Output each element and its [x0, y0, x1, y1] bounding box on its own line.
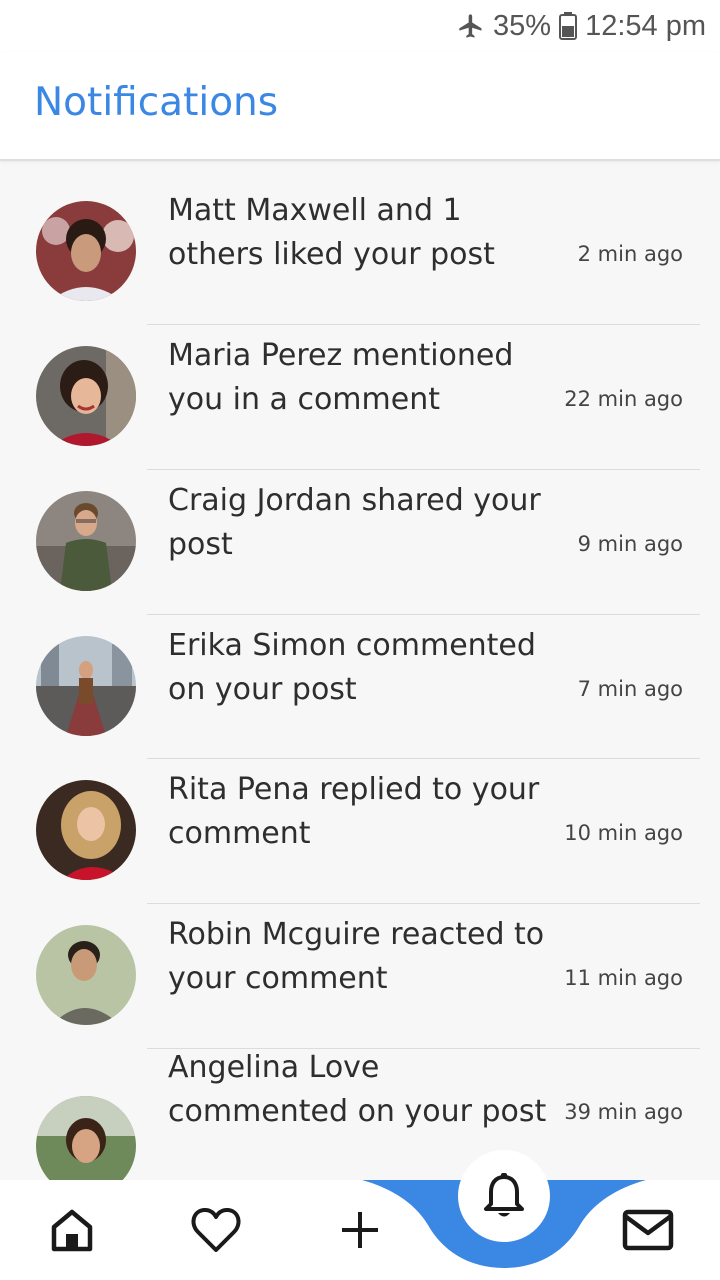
- notification-text: Craig Jordan shared your post: [168, 483, 541, 562]
- notification-item[interactable]: Rita Pena replied to your comment 10 min…: [0, 758, 720, 903]
- avatar[interactable]: [36, 925, 136, 1025]
- notification-item[interactable]: Maria Perez mentioned you in a comment 2…: [0, 324, 720, 469]
- notification-item[interactable]: Erika Simon commented on your post 7 min…: [0, 614, 720, 759]
- notification-time: 9 min ago: [577, 532, 683, 556]
- notification-text: Erika Simon commented on your post: [168, 628, 536, 707]
- avatar[interactable]: [36, 346, 136, 446]
- mail-icon[interactable]: [620, 1202, 676, 1258]
- airplane-icon: [457, 12, 485, 40]
- avatar[interactable]: [36, 201, 136, 301]
- notification-time: 7 min ago: [577, 677, 683, 701]
- notification-time: 22 min ago: [564, 387, 683, 411]
- app-header: Notifications: [0, 52, 720, 161]
- notification-time: 10 min ago: [564, 821, 683, 845]
- notification-time: 11 min ago: [564, 966, 683, 990]
- battery-percent: 35%: [493, 9, 552, 42]
- avatar[interactable]: [36, 491, 136, 591]
- notification-text: Matt Maxwell and 1 others liked your pos…: [168, 193, 495, 272]
- plus-icon[interactable]: [332, 1202, 388, 1258]
- notification-time: 2 min ago: [577, 242, 683, 266]
- notification-item[interactable]: Craig Jordan shared your post 9 min ago: [0, 469, 720, 614]
- notification-list[interactable]: Matt Maxwell and 1 others liked your pos…: [0, 161, 720, 1180]
- page-title: Notifications: [34, 80, 279, 125]
- notification-item[interactable]: Matt Maxwell and 1 others liked your pos…: [0, 179, 720, 324]
- notification-text: Angelina Love commented on your post: [168, 1050, 547, 1129]
- status-bar: 35% 12:54 pm: [0, 0, 720, 52]
- avatar[interactable]: [36, 1096, 136, 1180]
- bell-icon[interactable]: [458, 1150, 550, 1242]
- notification-text: Rita Pena replied to your comment: [168, 772, 540, 851]
- notification-item[interactable]: Robin Mcguire reacted to your comment 11…: [0, 903, 720, 1048]
- bottom-nav: [0, 1150, 720, 1280]
- clock: 12:54 pm: [585, 9, 706, 42]
- avatar[interactable]: [36, 636, 136, 736]
- battery-icon: [559, 12, 578, 40]
- notification-item[interactable]: Angelina Love commented on your post 39 …: [0, 1048, 720, 1180]
- home-icon[interactable]: [44, 1202, 100, 1258]
- notification-text: Maria Perez mentioned you in a comment: [168, 338, 514, 417]
- notification-text: Robin Mcguire reacted to your comment: [168, 917, 545, 996]
- avatar[interactable]: [36, 780, 136, 880]
- heart-icon[interactable]: [188, 1202, 244, 1258]
- notification-time: 39 min ago: [564, 1100, 683, 1124]
